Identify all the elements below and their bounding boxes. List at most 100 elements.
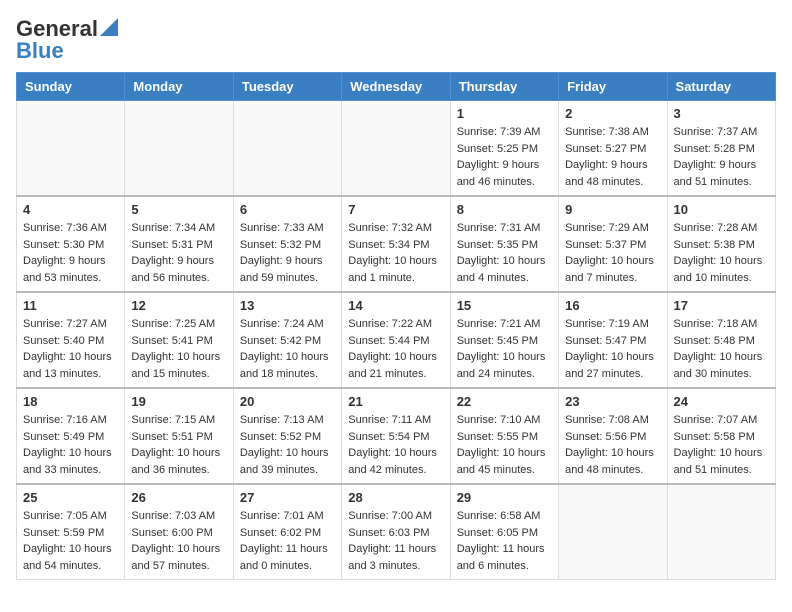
calendar-cell: 12 Sunrise: 7:25 AM Sunset: 5:41 PM Dayli… xyxy=(125,292,233,388)
day-number: 27 xyxy=(240,490,335,505)
calendar-week-row: 11 Sunrise: 7:27 AM Sunset: 5:40 PM Dayli… xyxy=(17,292,776,388)
day-info: Sunrise: 7:28 AM Sunset: 5:38 PM Dayligh… xyxy=(674,220,769,286)
calendar-cell: 11 Sunrise: 7:27 AM Sunset: 5:40 PM Dayli… xyxy=(17,292,125,388)
day-info: Sunrise: 7:33 AM Sunset: 5:32 PM Dayligh… xyxy=(240,220,335,286)
logo: General Blue xyxy=(16,16,118,64)
calendar-cell: 18 Sunrise: 7:16 AM Sunset: 5:49 PM Dayli… xyxy=(17,388,125,484)
day-number: 9 xyxy=(565,202,660,217)
day-info: Sunrise: 7:32 AM Sunset: 5:34 PM Dayligh… xyxy=(348,220,443,286)
calendar-cell xyxy=(233,101,341,197)
day-number: 16 xyxy=(565,298,660,313)
calendar-header-saturday: Saturday xyxy=(667,73,775,101)
calendar-header-friday: Friday xyxy=(559,73,667,101)
day-info: Sunrise: 7:08 AM Sunset: 5:56 PM Dayligh… xyxy=(565,412,660,478)
calendar-cell: 28 Sunrise: 7:00 AM Sunset: 6:03 PM Dayli… xyxy=(342,484,450,580)
day-info: Sunrise: 7:19 AM Sunset: 5:47 PM Dayligh… xyxy=(565,316,660,382)
logo-icon xyxy=(100,18,118,36)
day-number: 24 xyxy=(674,394,769,409)
day-info: Sunrise: 7:16 AM Sunset: 5:49 PM Dayligh… xyxy=(23,412,118,478)
day-info: Sunrise: 7:34 AM Sunset: 5:31 PM Dayligh… xyxy=(131,220,226,286)
calendar-week-row: 4 Sunrise: 7:36 AM Sunset: 5:30 PM Daylig… xyxy=(17,196,776,292)
calendar-cell: 14 Sunrise: 7:22 AM Sunset: 5:44 PM Dayli… xyxy=(342,292,450,388)
calendar-cell xyxy=(342,101,450,197)
calendar-cell xyxy=(125,101,233,197)
day-info: Sunrise: 7:36 AM Sunset: 5:30 PM Dayligh… xyxy=(23,220,118,286)
day-number: 29 xyxy=(457,490,552,505)
calendar-cell: 27Sunrise: 7:01 AM Sunset: 6:02 PM Dayli… xyxy=(233,484,341,580)
day-number: 4 xyxy=(23,202,118,217)
day-info: Sunrise: 7:05 AM Sunset: 5:59 PM Dayligh… xyxy=(23,508,118,574)
day-number: 13 xyxy=(240,298,335,313)
day-number: 28 xyxy=(348,490,443,505)
day-number: 19 xyxy=(131,394,226,409)
day-number: 6 xyxy=(240,202,335,217)
day-number: 1 xyxy=(457,106,552,121)
day-number: 21 xyxy=(348,394,443,409)
day-number: 5 xyxy=(131,202,226,217)
day-info: Sunrise: 7:15 AM Sunset: 5:51 PM Dayligh… xyxy=(131,412,226,478)
calendar-cell: 22Sunrise: 7:10 AM Sunset: 5:55 PM Dayli… xyxy=(450,388,558,484)
calendar-header-monday: Monday xyxy=(125,73,233,101)
calendar-header-row: SundayMondayTuesdayWednesdayThursdayFrid… xyxy=(17,73,776,101)
day-number: 25 xyxy=(23,490,118,505)
day-info: Sunrise: 7:37 AM Sunset: 5:28 PM Dayligh… xyxy=(674,124,769,190)
day-info: Sunrise: 7:03 AM Sunset: 6:00 PM Dayligh… xyxy=(131,508,226,574)
day-number: 10 xyxy=(674,202,769,217)
calendar-week-row: 1 Sunrise: 7:39 AM Sunset: 5:25 PM Daylig… xyxy=(17,101,776,197)
day-number: 15 xyxy=(457,298,552,313)
day-number: 20 xyxy=(240,394,335,409)
calendar-cell: 19 Sunrise: 7:15 AM Sunset: 5:51 PM Dayli… xyxy=(125,388,233,484)
day-number: 11 xyxy=(23,298,118,313)
calendar-cell: 17 Sunrise: 7:18 AM Sunset: 5:48 PM Dayli… xyxy=(667,292,775,388)
day-number: 18 xyxy=(23,394,118,409)
day-info: Sunrise: 7:25 AM Sunset: 5:41 PM Dayligh… xyxy=(131,316,226,382)
day-number: 23 xyxy=(565,394,660,409)
day-number: 8 xyxy=(457,202,552,217)
calendar-cell: 20Sunrise: 7:13 AM Sunset: 5:52 PM Dayli… xyxy=(233,388,341,484)
calendar-cell: 2 Sunrise: 7:38 AM Sunset: 5:27 PM Daylig… xyxy=(559,101,667,197)
calendar-cell: 1 Sunrise: 7:39 AM Sunset: 5:25 PM Daylig… xyxy=(450,101,558,197)
day-info: Sunrise: 7:18 AM Sunset: 5:48 PM Dayligh… xyxy=(674,316,769,382)
day-info: Sunrise: 6:58 AM Sunset: 6:05 PM Dayligh… xyxy=(457,508,552,574)
calendar-header-tuesday: Tuesday xyxy=(233,73,341,101)
day-number: 17 xyxy=(674,298,769,313)
day-info: Sunrise: 7:38 AM Sunset: 5:27 PM Dayligh… xyxy=(565,124,660,190)
day-info: Sunrise: 7:27 AM Sunset: 5:40 PM Dayligh… xyxy=(23,316,118,382)
calendar-cell xyxy=(17,101,125,197)
day-number: 14 xyxy=(348,298,443,313)
day-info: Sunrise: 7:39 AM Sunset: 5:25 PM Dayligh… xyxy=(457,124,552,190)
day-number: 7 xyxy=(348,202,443,217)
calendar-header-wednesday: Wednesday xyxy=(342,73,450,101)
calendar-cell: 8Sunrise: 7:31 AM Sunset: 5:35 PM Daylig… xyxy=(450,196,558,292)
calendar-cell: 29 Sunrise: 6:58 AM Sunset: 6:05 PM Dayli… xyxy=(450,484,558,580)
logo-general: General xyxy=(16,16,98,42)
calendar-table: SundayMondayTuesdayWednesdayThursdayFrid… xyxy=(16,72,776,580)
calendar-cell: 4 Sunrise: 7:36 AM Sunset: 5:30 PM Daylig… xyxy=(17,196,125,292)
page-header: General Blue xyxy=(16,16,776,64)
calendar-cell: 26Sunrise: 7:03 AM Sunset: 6:00 PM Dayli… xyxy=(125,484,233,580)
day-info: Sunrise: 7:29 AM Sunset: 5:37 PM Dayligh… xyxy=(565,220,660,286)
calendar-cell: 23 Sunrise: 7:08 AM Sunset: 5:56 PM Dayli… xyxy=(559,388,667,484)
calendar-header-thursday: Thursday xyxy=(450,73,558,101)
calendar-cell: 16 Sunrise: 7:19 AM Sunset: 5:47 PM Dayli… xyxy=(559,292,667,388)
day-info: Sunrise: 7:22 AM Sunset: 5:44 PM Dayligh… xyxy=(348,316,443,382)
day-number: 2 xyxy=(565,106,660,121)
day-number: 22 xyxy=(457,394,552,409)
calendar-cell: 13 Sunrise: 7:24 AM Sunset: 5:42 PM Dayli… xyxy=(233,292,341,388)
calendar-cell: 15 Sunrise: 7:21 AM Sunset: 5:45 PM Dayli… xyxy=(450,292,558,388)
day-number: 12 xyxy=(131,298,226,313)
day-info: Sunrise: 7:21 AM Sunset: 5:45 PM Dayligh… xyxy=(457,316,552,382)
calendar-week-row: 25 Sunrise: 7:05 AM Sunset: 5:59 PM Dayli… xyxy=(17,484,776,580)
calendar-cell: 3Sunrise: 7:37 AM Sunset: 5:28 PM Daylig… xyxy=(667,101,775,197)
calendar-cell: 7 Sunrise: 7:32 AM Sunset: 5:34 PM Daylig… xyxy=(342,196,450,292)
calendar-header-sunday: Sunday xyxy=(17,73,125,101)
calendar-cell xyxy=(667,484,775,580)
calendar-cell: 21 Sunrise: 7:11 AM Sunset: 5:54 PM Dayli… xyxy=(342,388,450,484)
calendar-cell: 6 Sunrise: 7:33 AM Sunset: 5:32 PM Daylig… xyxy=(233,196,341,292)
calendar-cell: 9 Sunrise: 7:29 AM Sunset: 5:37 PM Daylig… xyxy=(559,196,667,292)
day-info: Sunrise: 7:11 AM Sunset: 5:54 PM Dayligh… xyxy=(348,412,443,478)
day-info: Sunrise: 7:00 AM Sunset: 6:03 PM Dayligh… xyxy=(348,508,443,574)
day-info: Sunrise: 7:24 AM Sunset: 5:42 PM Dayligh… xyxy=(240,316,335,382)
calendar-cell xyxy=(559,484,667,580)
calendar-cell: 25 Sunrise: 7:05 AM Sunset: 5:59 PM Dayli… xyxy=(17,484,125,580)
